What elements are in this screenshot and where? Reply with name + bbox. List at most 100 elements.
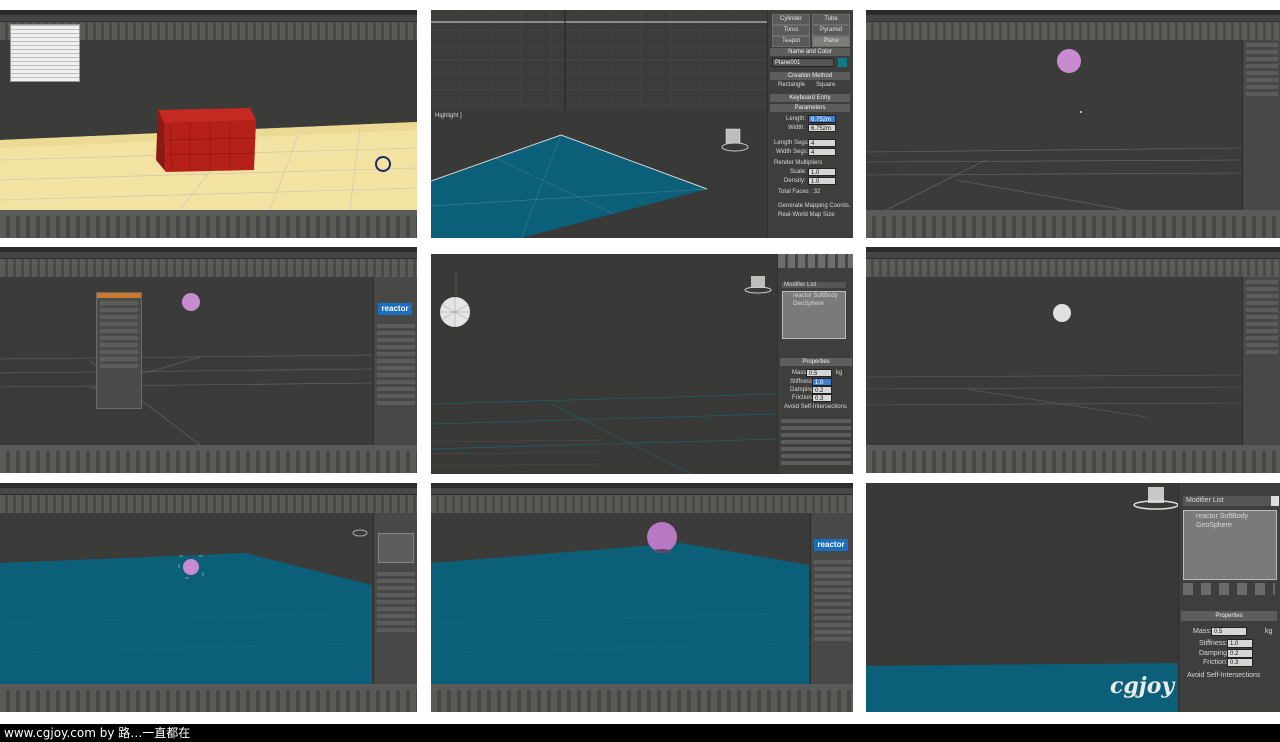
width-label: Width:	[788, 125, 806, 131]
generate-mapping-checkbox[interactable]: Generate Mapping Coords.	[778, 203, 850, 209]
geosphere	[647, 522, 677, 552]
width-field[interactable]: 6.752m	[808, 124, 836, 132]
stack-item-reactor-softbody[interactable]: reactor SoftBody	[793, 293, 838, 299]
real-world-map-checkbox[interactable]: Real-World Map Size	[778, 212, 835, 218]
mass-field[interactable]: 0.5	[806, 369, 832, 377]
parameters-rollout[interactable]: Parameters	[770, 104, 850, 112]
thumbnail-8: reactor	[431, 483, 853, 712]
width-segs-field[interactable]: 4	[808, 148, 836, 156]
plane-object	[431, 135, 707, 238]
thumbnail-3	[866, 10, 1280, 238]
damping-field[interactable]: 0.2	[1227, 649, 1253, 658]
command-panel: Modifier List reactor SoftBody GeoSphere…	[777, 254, 853, 474]
caption-bar: www.cgjoy.com by 路…一直都在	[0, 724, 1280, 742]
friction-label: Friction:	[1203, 659, 1228, 666]
main-toolbar	[866, 259, 1280, 277]
geosphere	[183, 559, 199, 575]
pyramid-button[interactable]: Pyramid	[812, 25, 850, 36]
rectangle-radio[interactable]: Rectangle	[778, 82, 805, 88]
thumbnail-9: Modifier List reactor SoftBody GeoSphere…	[866, 483, 1280, 712]
damping-field[interactable]: 0.2	[812, 386, 832, 394]
viewport[interactable]	[0, 277, 373, 446]
square-radio[interactable]: Square	[816, 82, 835, 88]
total-faces-label: Total Faces : 32	[778, 189, 821, 195]
density-label: Density:	[784, 178, 806, 184]
viewport-perspective[interactable]: Highlight ]	[431, 111, 767, 238]
dropdown-menu[interactable]	[10, 24, 80, 82]
viewport-label: Highlight ]	[435, 113, 462, 119]
thumbnail-4: reactor	[0, 247, 417, 473]
length-segs-field[interactable]: 4	[808, 139, 836, 147]
avoid-self-intersections-checkbox[interactable]: Avoid Self-Intersections	[784, 404, 847, 410]
main-toolbar	[0, 495, 417, 513]
main-toolbar	[0, 259, 417, 277]
floating-dialog[interactable]	[96, 292, 142, 409]
properties-rollout[interactable]: Properties	[1181, 611, 1277, 621]
stack-item-geosphere[interactable]: GeoSphere	[793, 301, 824, 307]
panel-tabs[interactable]	[778, 254, 853, 268]
status-bar	[0, 216, 417, 238]
length-label: Length:	[786, 116, 807, 122]
damping-label: Damping:	[1199, 650, 1229, 657]
scale-field[interactable]: 1.0	[808, 168, 836, 176]
modifier-list-dropdown[interactable]: Modifier List	[1183, 496, 1272, 506]
status-bar	[866, 451, 1280, 473]
thumbnail-1	[0, 10, 417, 238]
command-panel: reactor	[810, 513, 853, 684]
properties-rollout[interactable]: Properties	[780, 358, 852, 366]
avoid-self-intersections-checkbox[interactable]: Avoid Self-Intersections	[1187, 672, 1260, 679]
menu-bar	[0, 252, 417, 259]
viewport-scene	[0, 529, 373, 684]
cylinder-button[interactable]: Cylinder	[772, 14, 810, 25]
density-field[interactable]: 1.0	[808, 177, 836, 185]
torus-button[interactable]: Torus	[772, 25, 810, 36]
viewport-scene	[431, 522, 810, 684]
command-panel: Cylinder Tube Torus Pyramid Teapot Plane…	[767, 10, 853, 238]
menu-bar	[0, 488, 417, 495]
width-segs-label: Width Segs:	[776, 149, 809, 155]
caption-text: www.cgjoy.com by 路…一直都在	[4, 726, 191, 740]
mass-field[interactable]: 0.5	[1211, 627, 1247, 636]
viewport[interactable]	[866, 277, 1242, 445]
command-panel: Modifier List reactor SoftBody GeoSphere…	[1178, 483, 1280, 712]
geosphere	[1057, 49, 1081, 73]
reactor-logo: reactor	[814, 539, 848, 551]
status-bar	[866, 216, 1280, 238]
color-swatch[interactable]	[838, 58, 847, 67]
stack-buttons[interactable]	[1183, 583, 1275, 595]
viewport[interactable]	[431, 254, 778, 474]
plane-button[interactable]: Plane	[812, 36, 850, 47]
viewport-scene	[0, 293, 373, 446]
tube-button[interactable]: Tube	[812, 14, 850, 25]
perspective-scene	[431, 128, 749, 238]
scale-label: Scale:	[790, 169, 807, 175]
status-bar	[431, 690, 853, 712]
modifier-list-dropdown[interactable]: Modifier List	[782, 282, 846, 288]
stiffness-field[interactable]: 1.0	[1227, 639, 1253, 648]
mass-unit: kg	[1265, 628, 1273, 635]
dropdown-arrow-icon[interactable]	[1271, 496, 1279, 506]
friction-field[interactable]: 0.3	[1227, 658, 1253, 667]
modifier-stack[interactable]: reactor SoftBody GeoSphere	[782, 291, 846, 339]
menu-bar	[866, 15, 1280, 22]
creation-method-rollout[interactable]: Creation Method	[770, 72, 850, 80]
main-toolbar	[866, 22, 1280, 40]
stack-item-reactor-softbody[interactable]: reactor SoftBody	[1196, 513, 1248, 520]
name-and-color-rollout[interactable]: Name and Color	[770, 48, 850, 56]
viewport[interactable]	[0, 513, 373, 684]
stack-item-geosphere[interactable]: GeoSphere	[1196, 522, 1232, 529]
viewport-top[interactable]	[431, 10, 767, 110]
object-name-field[interactable]: Plane001	[772, 58, 834, 67]
modifier-stack[interactable]: reactor SoftBody GeoSphere	[1183, 510, 1277, 580]
reactor-logo: reactor	[378, 303, 412, 315]
keyboard-entry-rollout[interactable]: Keyboard Entry	[770, 94, 850, 102]
friction-label: Friction:	[792, 395, 814, 401]
friction-field[interactable]: 0.3	[812, 394, 832, 402]
menu-bar	[866, 252, 1280, 259]
viewport[interactable]	[866, 40, 1242, 211]
viewport[interactable]	[431, 513, 810, 684]
menu-bar	[0, 15, 417, 22]
stiffness-field[interactable]: 1.0	[812, 378, 832, 386]
length-field[interactable]: 6.752m	[808, 115, 836, 123]
teapot-button[interactable]: Teapot	[772, 36, 810, 47]
